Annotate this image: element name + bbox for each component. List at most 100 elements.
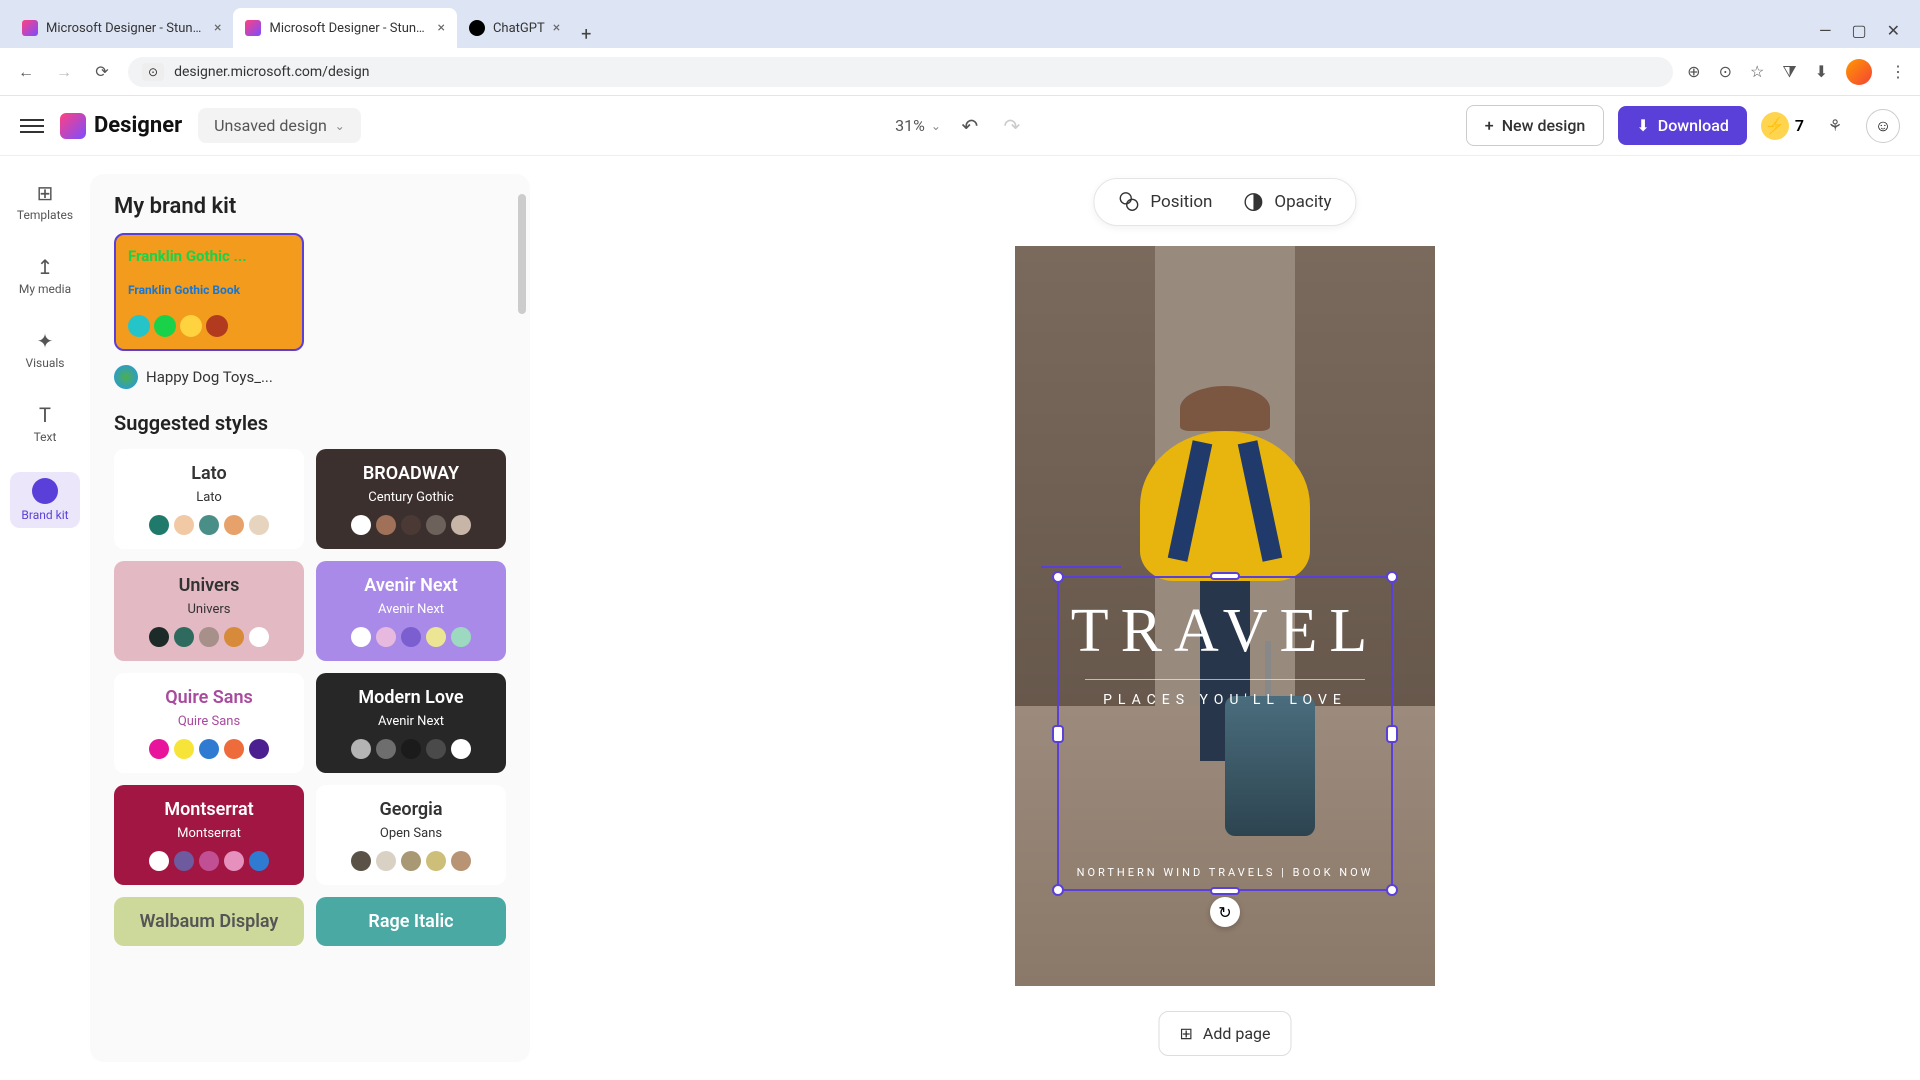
style-swatches	[351, 739, 471, 759]
tab-close-icon[interactable]: ×	[553, 20, 560, 36]
nav-item-label: Text	[34, 430, 57, 444]
style-font-secondary: Univers	[188, 602, 231, 617]
browser-menu-icon[interactable]: ⋮	[1890, 62, 1906, 81]
nav-item-templates[interactable]: ⊞ Templates	[10, 176, 80, 228]
color-swatch	[149, 627, 169, 647]
close-window-button[interactable]: ✕	[1887, 21, 1900, 40]
tab-close-icon[interactable]: ×	[437, 20, 444, 36]
add-page-button[interactable]: ⊞ Add page	[1158, 1011, 1291, 1056]
nav-item-my-media[interactable]: ↥ My media	[10, 250, 80, 302]
style-card[interactable]: Lato Lato	[114, 449, 304, 549]
browser-tab[interactable]: ChatGPT ×	[457, 8, 572, 48]
style-swatches	[149, 851, 269, 871]
style-card[interactable]: Avenir Next Avenir Next	[316, 561, 506, 661]
color-swatch	[376, 851, 396, 871]
credits-value: 7	[1795, 116, 1804, 135]
lightning-icon: ⚡	[1761, 112, 1789, 140]
maximize-button[interactable]: ▢	[1851, 21, 1866, 40]
scrollbar[interactable]	[518, 194, 526, 314]
style-card[interactable]: Rage Italic	[316, 897, 506, 946]
download-button[interactable]: ⬇ Download	[1618, 106, 1747, 145]
style-card[interactable]: Univers Univers	[114, 561, 304, 661]
style-card[interactable]: Montserrat Montserrat	[114, 785, 304, 885]
canvas-footer-text[interactable]: NORTHERN WIND TRAVELS | BOOK NOW	[1059, 866, 1391, 879]
my-media-icon: ↥	[34, 256, 56, 278]
style-font-secondary: Lato	[196, 490, 222, 505]
resize-handle-br[interactable]	[1386, 884, 1398, 896]
style-font-primary: Avenir Next	[364, 575, 457, 596]
brand-card-font1: Franklin Gothic ...	[128, 247, 290, 265]
style-card[interactable]: BROADWAY Century Gothic	[316, 449, 506, 549]
position-icon	[1118, 191, 1140, 213]
nav-item-text[interactable]: T Text	[10, 398, 80, 450]
profile-avatar[interactable]	[1846, 59, 1872, 85]
minimize-button[interactable]: —	[1819, 21, 1832, 40]
opacity-button[interactable]: Opacity	[1242, 191, 1331, 213]
color-swatch	[199, 851, 219, 871]
style-card[interactable]: Modern Love Avenir Next	[316, 673, 506, 773]
redo-button[interactable]: ↷	[999, 113, 1025, 139]
app-logo[interactable]: Designer	[60, 113, 182, 139]
style-font-primary: Lato	[191, 463, 226, 484]
bookmark-icon[interactable]: ☆	[1750, 62, 1764, 81]
resize-handle-tr[interactable]	[1386, 571, 1398, 583]
canvas-subtitle-text[interactable]: PLACES YOU'LL LOVE	[1059, 692, 1391, 708]
user-menu-button[interactable]: ☺	[1866, 109, 1900, 143]
color-swatch	[249, 851, 269, 871]
forward-button[interactable]: →	[52, 60, 76, 84]
brand-kit-name-row[interactable]: Happy Dog Toys_...	[114, 365, 506, 389]
color-swatch	[206, 315, 228, 337]
canvas-title-text[interactable]: TRAVEL	[1059, 596, 1391, 667]
new-design-button[interactable]: + New design	[1466, 105, 1605, 146]
downloads-icon[interactable]: ⬇	[1815, 62, 1828, 81]
style-font-primary: Modern Love	[358, 687, 463, 708]
nav-item-brand-kit[interactable]: Brand kit	[10, 472, 80, 528]
tab-close-icon[interactable]: ×	[214, 20, 221, 36]
design-name-text: Unsaved design	[214, 116, 327, 135]
nav-item-label: Brand kit	[21, 508, 68, 522]
resize-handle-bl[interactable]	[1052, 884, 1064, 896]
menu-button[interactable]	[20, 114, 44, 138]
position-button[interactable]: Position	[1118, 191, 1212, 213]
undo-button[interactable]: ↶	[957, 113, 983, 139]
chevron-down-icon: ⌄	[335, 119, 345, 133]
visuals-icon: ✦	[34, 330, 56, 352]
templates-icon: ⊞	[34, 182, 56, 204]
browser-tab[interactable]: Microsoft Designer - Stunning ×	[10, 8, 233, 48]
url-field[interactable]: ⊙ designer.microsoft.com/design	[128, 57, 1673, 87]
nav-item-visuals[interactable]: ✦ Visuals	[10, 324, 80, 376]
resize-handle-tl[interactable]	[1052, 571, 1064, 583]
style-swatches	[351, 515, 471, 535]
resize-handle-tc[interactable]	[1210, 572, 1240, 580]
browser-tab[interactable]: Microsoft Designer - Stunning ×	[233, 8, 456, 48]
color-swatch	[451, 851, 471, 871]
style-card[interactable]: Quire Sans Quire Sans	[114, 673, 304, 773]
install-app-icon[interactable]: ⊕	[1687, 62, 1700, 81]
site-info-icon[interactable]: ⊙	[142, 63, 164, 81]
style-card[interactable]: Walbaum Display	[114, 897, 304, 946]
zoom-dropdown[interactable]: 31% ⌄	[895, 116, 941, 135]
style-font-primary: Rage Italic	[368, 911, 453, 932]
rotate-handle[interactable]: ↻	[1210, 897, 1240, 927]
selection-box[interactable]: TRAVEL PLACES YOU'LL LOVE NORTHERN WIND …	[1057, 576, 1393, 891]
reload-button[interactable]: ⟳	[90, 60, 114, 84]
new-tab-button[interactable]: +	[572, 20, 600, 48]
resize-handle-mr[interactable]	[1386, 725, 1398, 743]
nav-item-label: Templates	[17, 208, 73, 222]
back-button[interactable]: ←	[14, 60, 38, 84]
brand-kit-card[interactable]: Franklin Gothic ... Franklin Gothic Book	[114, 233, 304, 351]
tab-title: ChatGPT	[493, 21, 545, 36]
design-name-dropdown[interactable]: Unsaved design ⌄	[198, 108, 361, 143]
style-swatches	[149, 627, 269, 647]
style-card[interactable]: Georgia Open Sans	[316, 785, 506, 885]
url-text: designer.microsoft.com/design	[174, 64, 369, 80]
zoom-icon[interactable]: ⊙	[1719, 62, 1732, 81]
logo-text: Designer	[94, 113, 182, 138]
credits-indicator[interactable]: ⚡ 7	[1761, 112, 1804, 140]
resize-handle-ml[interactable]	[1052, 725, 1064, 743]
resize-handle-bc[interactable]	[1210, 887, 1240, 895]
color-swatch	[401, 739, 421, 759]
design-canvas[interactable]: TRAVEL PLACES YOU'LL LOVE NORTHERN WIND …	[1015, 246, 1435, 986]
extensions-icon[interactable]: ⧩	[1782, 62, 1796, 82]
share-button[interactable]: ⚘	[1818, 109, 1852, 143]
